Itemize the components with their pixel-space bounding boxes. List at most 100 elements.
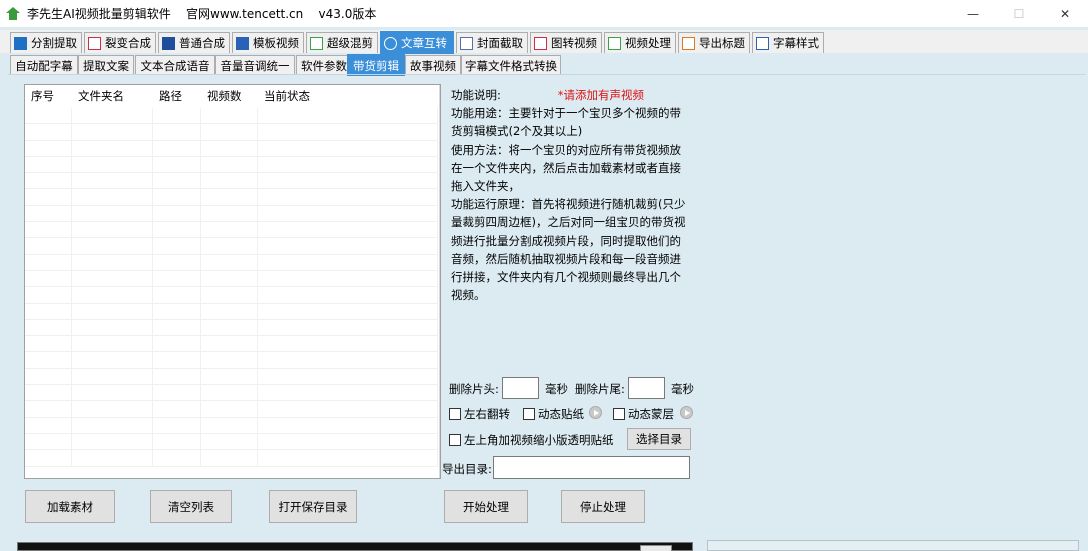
table-cell [201,417,258,434]
table-cell [25,417,72,434]
load-material-button[interactable]: 加载素材 [25,490,115,523]
document-icon [756,36,769,50]
checkbox-box[interactable] [523,408,535,420]
tab-auto-subtitle[interactable]: 自动配字幕 [10,55,78,75]
table-cell [153,287,201,304]
table-cell [201,352,258,369]
table-row [25,303,440,320]
checkbox-box[interactable] [449,408,461,420]
start-process-button[interactable]: 开始处理 [444,490,528,523]
play-icon [162,36,175,50]
tab-label: 裂变合成 [105,36,151,50]
table-cell [25,173,72,190]
table-cell [258,222,438,239]
sticker-checkbox[interactable]: 动态贴纸 [523,406,584,422]
table-cell [72,368,153,386]
table-cell [258,385,438,402]
bulb-icon [384,36,397,50]
main-tab-bar: 分割提取 裂变合成 普通合成 模板视频 超级混剪 文章互转 封面截取 图转视频 … [0,30,1088,54]
film-icon [608,36,621,50]
tab-label: 封面截取 [477,36,523,50]
table-cell [153,433,201,451]
table-cell [72,222,153,239]
tab-image-to-video[interactable]: 图转视频 [530,32,602,53]
tab-label: 视频处理 [625,36,671,50]
checkbox-box[interactable] [613,408,625,420]
sticker-preview-icon[interactable] [589,406,602,419]
table-cell [258,303,438,320]
tab-super-mix[interactable]: 超级混剪 [306,32,378,53]
tab-normal-compose[interactable]: 普通合成 [158,32,230,53]
tab-story-video[interactable]: 故事视频 [405,55,461,75]
log-output-area[interactable] [17,542,693,551]
table-cell [258,189,438,206]
tab-template-video[interactable]: 模板视频 [232,32,304,53]
column-header-index[interactable]: 序号 [25,85,72,108]
column-header-folder[interactable]: 文件夹名 [72,85,153,108]
table-cell [153,140,201,157]
select-directory-button[interactable]: 选择目录 [627,428,691,450]
bookmark-icon [236,36,249,50]
stop-process-button[interactable]: 停止处理 [561,490,645,523]
progress-area [707,540,1079,551]
folder-table[interactable]: 序号 文件夹名 路径 视频数 当前状态 [24,84,441,479]
tab-fission-compose[interactable]: 裂变合成 [84,32,156,53]
column-header-status[interactable]: 当前状态 [258,85,438,108]
open-save-dir-button[interactable]: 打开保存目录 [269,490,357,523]
table-cell [201,287,258,304]
table-cell [258,319,438,337]
table-cell [153,238,201,255]
tab-extract-copy[interactable]: 提取文案 [78,55,134,75]
column-header-video-count[interactable]: 视频数 [201,85,258,108]
export-dir-input[interactable] [493,456,690,479]
mask-checkbox[interactable]: 动态蒙层 [613,406,674,422]
mask-preview-icon[interactable] [680,406,693,419]
table-row [25,238,440,255]
trim-tail-input[interactable] [628,377,665,399]
pip-checkbox[interactable]: 左上角加视频缩小版透明贴纸 [449,432,614,448]
tab-export-title[interactable]: 导出标题 [678,32,750,53]
table-cell [153,385,201,402]
tab-volume-unify[interactable]: 音量音调统一 [215,55,295,75]
table-row [25,287,440,304]
function-description: 功能说明: *请添加有声视频 功能用途：主要针对于一个宝贝多个视频的带货剪辑模式… [451,86,691,304]
image-icon [460,36,473,50]
table-cell [72,140,153,157]
tab-software-params[interactable]: 软件参数 [296,55,352,75]
tab-text-to-speech[interactable]: 文本合成语音 [135,55,215,75]
table-cell [258,173,438,190]
log-scroll-thumb[interactable] [640,545,672,551]
table-cell [72,303,153,320]
table-cell [258,205,438,223]
close-button[interactable]: ✕ [1042,0,1088,27]
table-cell [153,270,201,288]
tab-article-convert[interactable]: 文章互转 [380,31,454,54]
maximize-button[interactable]: ☐ [996,0,1042,27]
waveform-icon [310,36,323,50]
clear-list-button[interactable]: 清空列表 [150,490,232,523]
table-row [25,385,440,402]
tab-cover-capture[interactable]: 封面截取 [456,32,528,53]
tab-ecommerce-edit[interactable]: 带货剪辑 [347,54,405,76]
table-cell [25,108,72,125]
tab-subtitle-format-convert[interactable]: 字幕文件格式转换 [461,55,561,75]
table-cell [72,238,153,255]
table-cell [72,189,153,206]
table-cell [25,238,72,255]
checkbox-box[interactable] [449,434,461,446]
table-cell [153,156,201,174]
table-cell [258,254,438,271]
table-header: 序号 文件夹名 路径 视频数 当前状态 [25,85,440,108]
flip-checkbox[interactable]: 左右翻转 [449,406,510,422]
pip-label: 左上角加视频缩小版透明贴纸 [464,433,614,447]
table-cell [153,205,201,223]
tab-video-process[interactable]: 视频处理 [604,32,676,53]
tab-label: 图转视频 [551,36,597,50]
tab-split-extract[interactable]: 分割提取 [10,32,82,53]
minimize-button[interactable]: — [950,0,996,27]
tab-subtitle-style[interactable]: 字幕样式 [752,32,824,53]
column-header-path[interactable]: 路径 [153,85,201,108]
table-cell [153,368,201,386]
table-cell [258,401,438,418]
trim-head-input[interactable] [502,377,539,399]
